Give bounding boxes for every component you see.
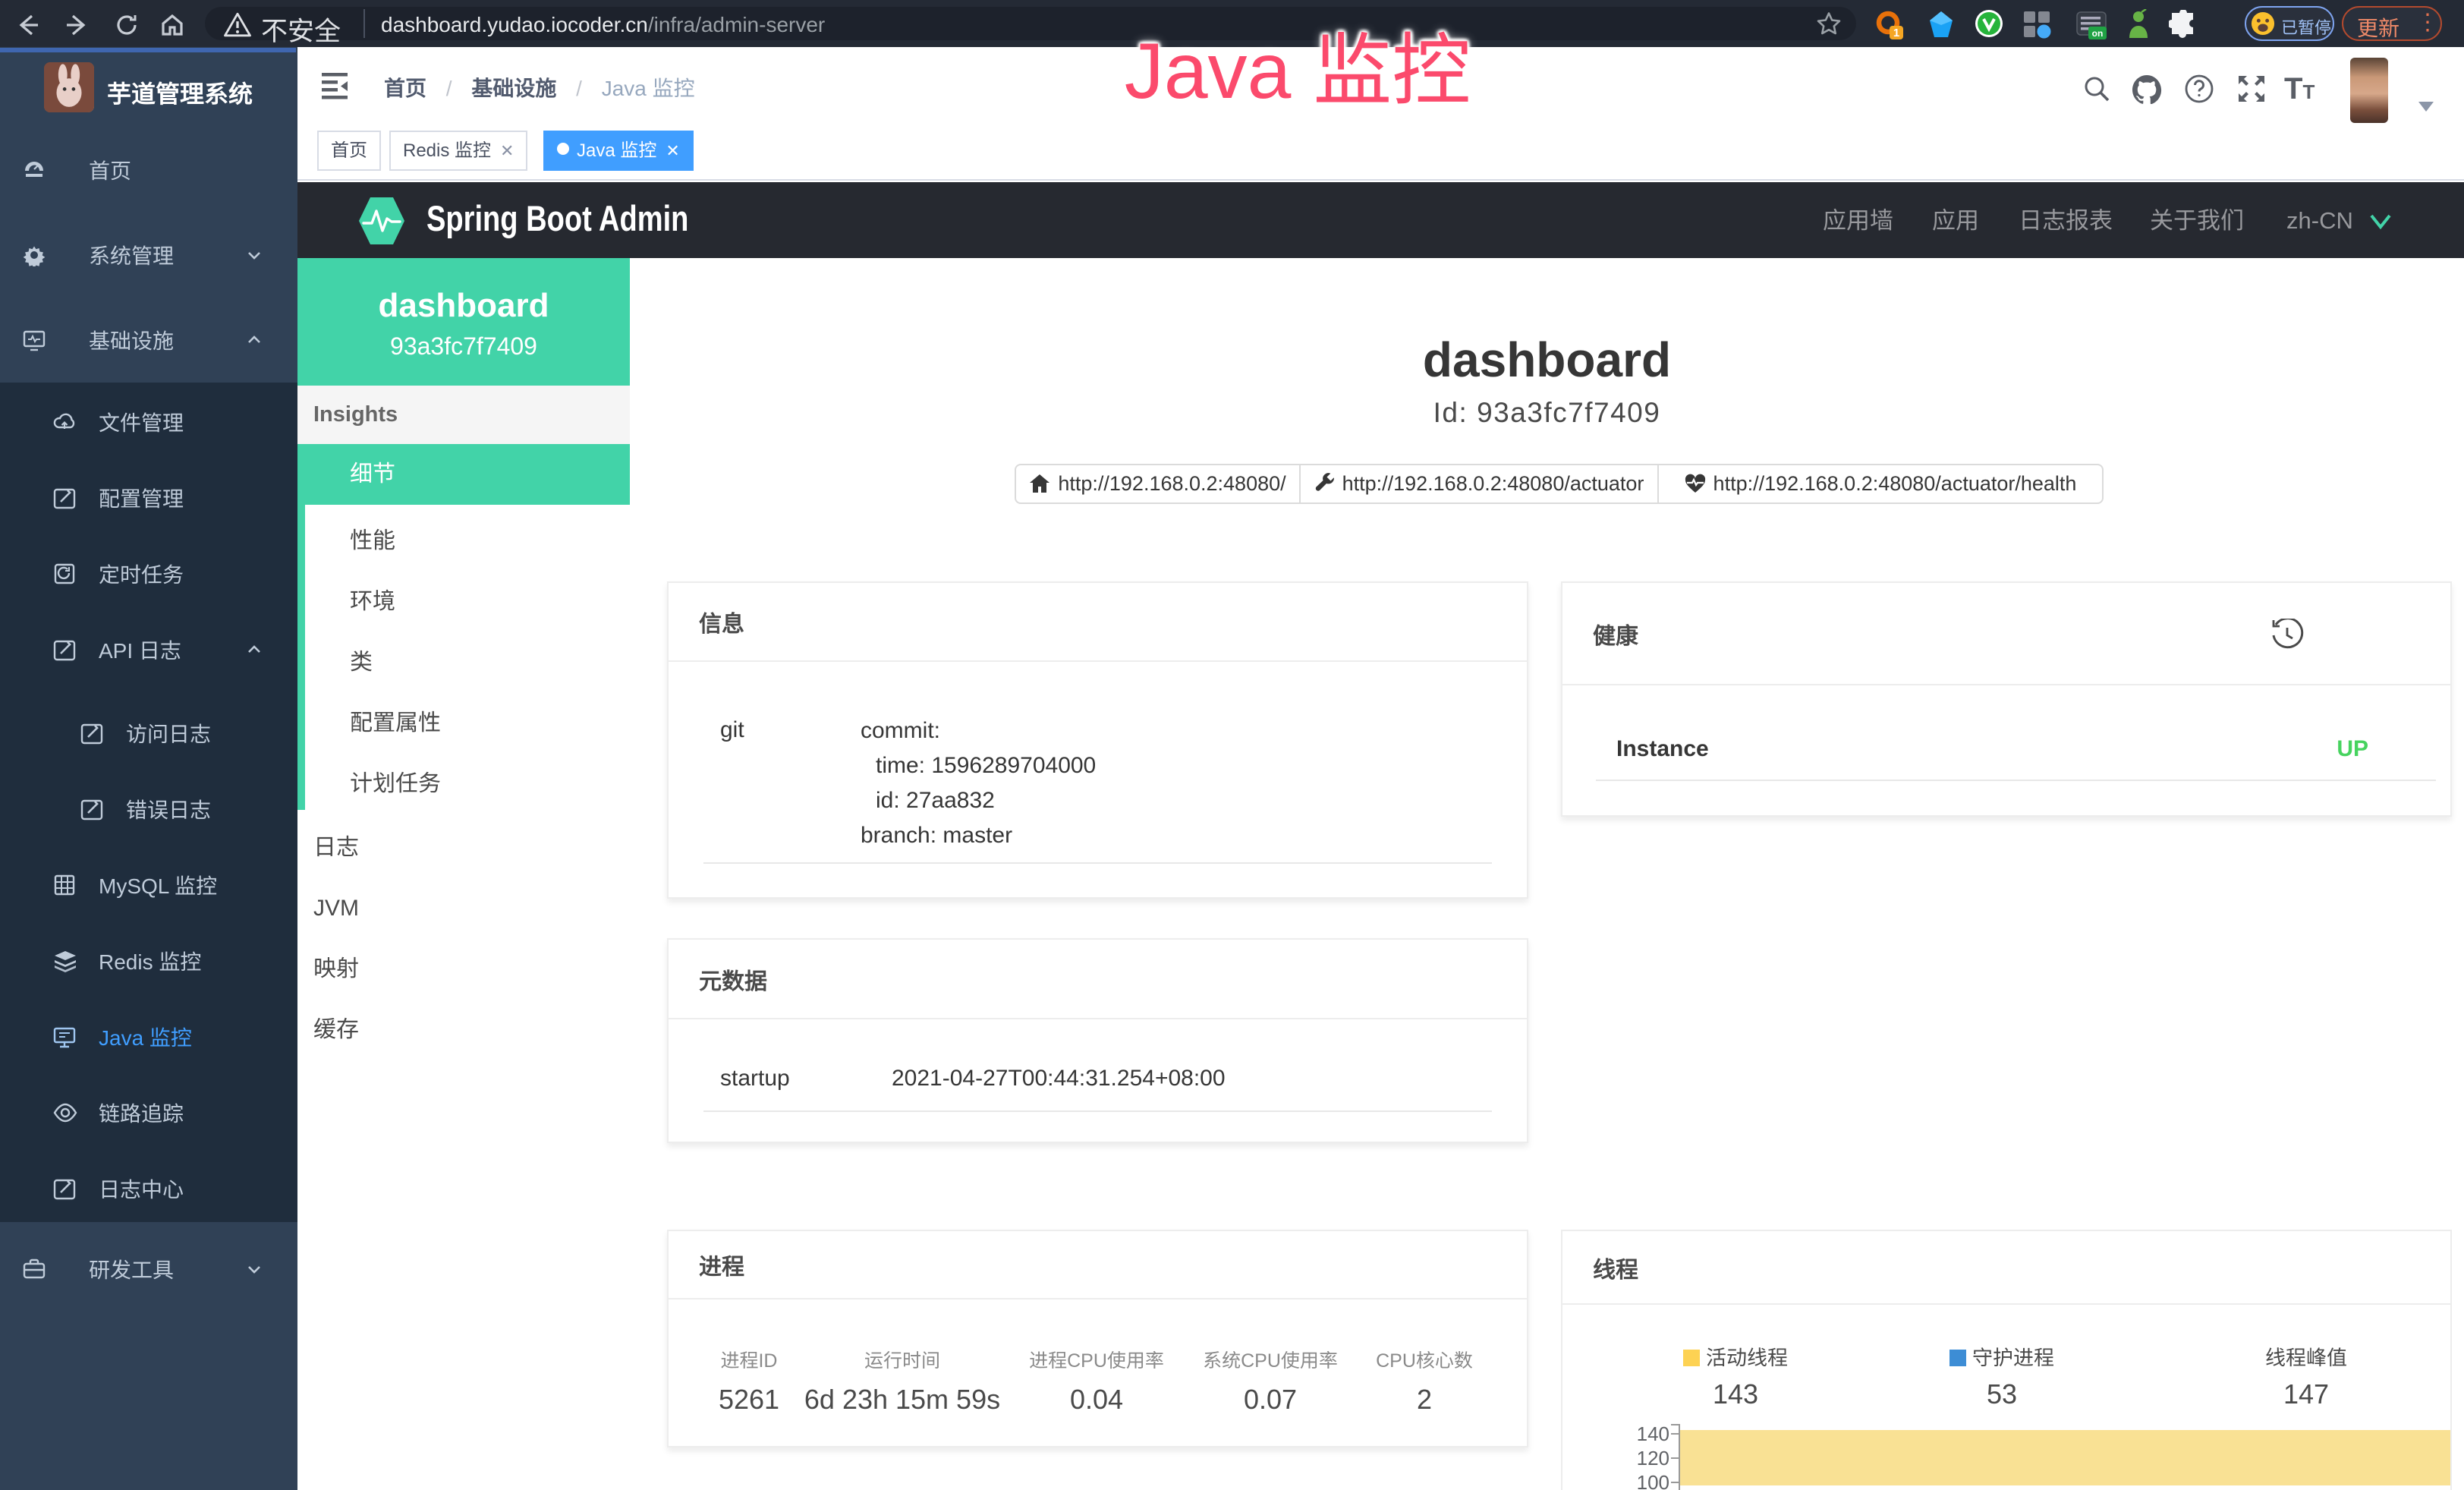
- svg-text:on: on: [2092, 28, 2104, 39]
- svg-text:1: 1: [1893, 27, 1899, 39]
